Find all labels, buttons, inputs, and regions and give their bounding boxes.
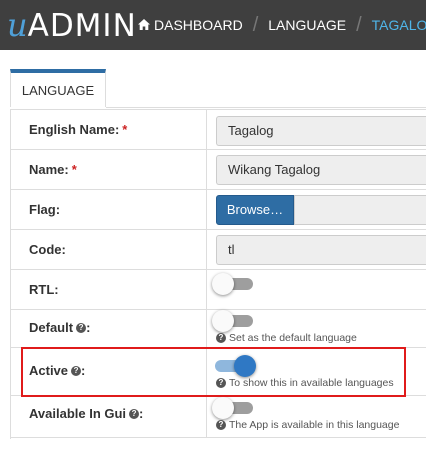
default-help-text: ? Set as the default language	[216, 332, 357, 344]
label-colon: :	[86, 320, 91, 335]
required-marker: *	[71, 162, 77, 177]
breadcrumb-separator: /	[356, 13, 362, 36]
breadcrumb-separator: /	[252, 13, 259, 36]
breadcrumb-tagalog: TAGALOG	[372, 17, 426, 33]
default-help-label: Set as the default language	[229, 332, 357, 344]
english-name-input[interactable]: Tagalog	[216, 116, 426, 146]
row-divider	[206, 396, 207, 437]
name-label: Name: *	[29, 162, 77, 177]
breadcrumb-language[interactable]: LANGUAGE	[268, 17, 346, 33]
form-bottom-border	[10, 437, 426, 438]
code-label: Code:	[29, 242, 66, 257]
english-name-label-text: English Name:	[29, 122, 120, 137]
available-in-gui-toggle[interactable]	[212, 397, 253, 419]
form-row-rtl: RTL:	[11, 269, 426, 309]
browse-button[interactable]: Browse…	[216, 195, 294, 225]
breadcrumb-language-label: LANGUAGE	[268, 17, 347, 33]
uadmin-logo[interactable]: u ADMIN	[7, 6, 137, 44]
logo-prefix: u	[7, 6, 28, 44]
row-divider	[206, 270, 207, 309]
form-row-english-name: English Name: * Tagalog	[11, 109, 426, 149]
logo-name: ADMIN	[27, 8, 137, 44]
flag-label-text: Flag:	[29, 202, 61, 217]
available-in-gui-help-label: The App is available in this language	[229, 419, 400, 431]
tab-strip: LANGUAGE	[0, 56, 426, 108]
name-label-text: Name:	[29, 162, 69, 177]
rtl-label-text: RTL:	[29, 282, 59, 297]
name-input[interactable]: Wikang Tagalog	[216, 155, 426, 185]
default-label-text: Default	[29, 320, 74, 335]
label-colon: :	[139, 406, 144, 421]
row-divider	[206, 310, 207, 347]
rtl-toggle[interactable]	[212, 273, 253, 295]
breadcrumb-dashboard-label: DASHBOARD	[154, 17, 243, 33]
row-divider	[206, 190, 207, 229]
english-name-label: English Name: *	[29, 122, 127, 137]
breadcrumb-tagalog-label: TAGALOG	[371, 17, 426, 33]
question-circle-icon: ?	[216, 333, 226, 343]
default-label: Default ? :	[29, 320, 90, 335]
breadcrumb: DASHBOARD / LANGUAGE / TAGALOG	[138, 0, 426, 50]
rtl-label: RTL:	[29, 282, 59, 297]
top-navbar: u ADMIN DASHBOARD / LANGUAGE / TAGALOG	[0, 0, 426, 50]
toggle-knob	[212, 310, 234, 332]
tab-underline	[106, 107, 426, 108]
required-marker: *	[122, 122, 128, 137]
toggle-knob	[212, 273, 234, 295]
toggle-knob	[212, 397, 234, 419]
form-row-default: Default ? : ? Set as the default languag…	[11, 309, 426, 347]
flag-label: Flag:	[29, 202, 60, 217]
flag-file-field[interactable]	[294, 195, 426, 225]
tab-language[interactable]: LANGUAGE	[10, 69, 106, 107]
question-circle-icon: ?	[76, 322, 87, 333]
available-in-gui-label-text: Available In Gui	[29, 406, 127, 421]
code-input[interactable]: tl	[216, 235, 426, 265]
question-circle-icon: ?	[216, 420, 226, 430]
home-icon	[138, 18, 150, 30]
breadcrumb-dashboard[interactable]: DASHBOARD	[138, 17, 243, 33]
code-label-text: Code:	[29, 242, 66, 257]
row-divider	[206, 150, 207, 189]
available-in-gui-help-text: ? The App is available in this language	[216, 419, 399, 431]
available-in-gui-label: Available In Gui ? :	[29, 406, 143, 421]
form-row-name: Name: * Wikang Tagalog	[11, 149, 426, 189]
row-divider	[206, 110, 207, 149]
active-row-highlight	[21, 347, 406, 397]
row-divider	[206, 230, 207, 269]
question-circle-icon: ?	[129, 408, 140, 419]
tab-language-label: LANGUAGE	[21, 82, 95, 98]
form-row-code: Code: tl	[11, 229, 426, 269]
form-row-flag: Flag: Browse…	[11, 189, 426, 229]
default-toggle[interactable]	[212, 310, 253, 332]
form-row-available-in-gui: Available In Gui ? : ? The App is availa…	[11, 395, 426, 437]
